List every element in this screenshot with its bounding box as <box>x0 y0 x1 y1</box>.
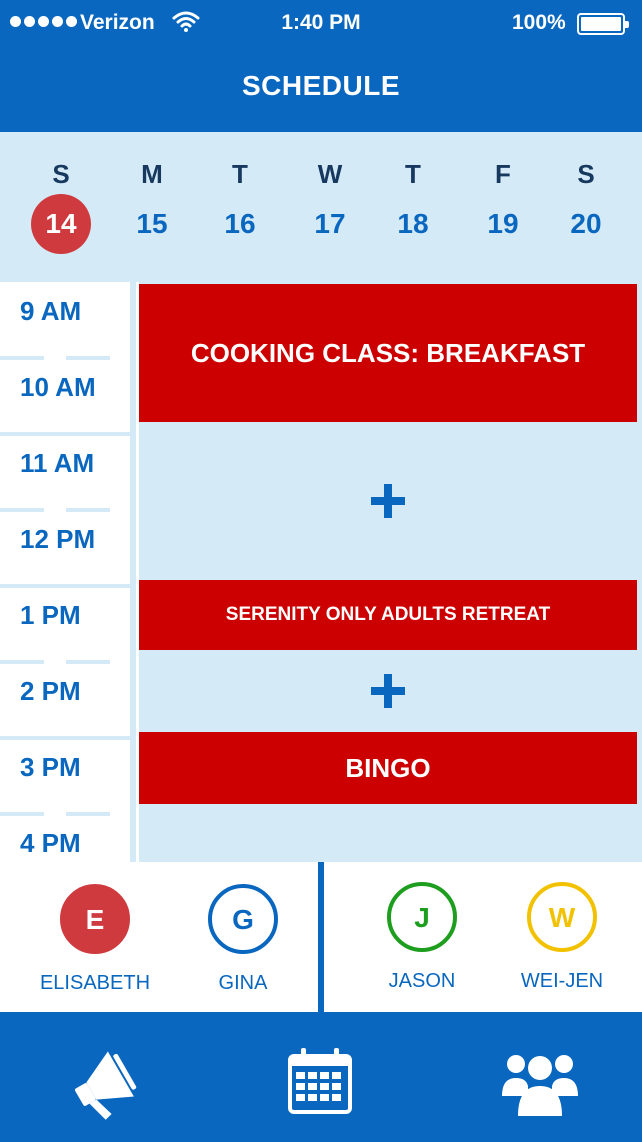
avatar: W <box>527 882 597 952</box>
plus-icon <box>371 484 405 518</box>
add-event-button[interactable] <box>139 650 637 732</box>
person-jason[interactable]: J JASON <box>347 882 497 993</box>
time-label: 10 AM <box>20 372 96 402</box>
tab-announcements[interactable] <box>62 1037 152 1127</box>
day-number: 17 <box>314 208 346 239</box>
time-label: 1 PM <box>20 600 81 630</box>
time-slot-3pm: 3 PM <box>0 738 130 816</box>
time-label: 2 PM <box>20 676 81 706</box>
group-divider <box>318 862 324 1012</box>
person-elisabeth[interactable]: E ELISABETH <box>20 884 170 995</box>
event-cooking-class[interactable]: COOKING CLASS: BREAKFAST <box>139 284 637 422</box>
day-of-week-label: S <box>52 159 70 189</box>
calendar-icon <box>288 1048 352 1114</box>
day-number: 16 <box>224 208 256 239</box>
schedule-grid: COOKING CLASS: BREAKFAST SERENITY ONLY A… <box>139 282 642 862</box>
time-label: 3 PM <box>20 752 81 782</box>
day-sunday-14[interactable]: S 14 <box>26 156 96 254</box>
page-title: SCHEDULE <box>241 70 400 101</box>
avatar: J <box>387 882 457 952</box>
time-slot-9am: 9 AM <box>0 282 130 360</box>
time-label: 9 AM <box>20 296 82 326</box>
time-label: 4 PM <box>20 828 81 858</box>
person-wei-jen[interactable]: W WEI-JEN <box>487 882 637 993</box>
tab-calendar[interactable] <box>275 1037 365 1127</box>
person-name: WEI-JEN <box>520 970 604 992</box>
person-name: GINA <box>218 972 268 994</box>
megaphone-icon <box>75 1051 137 1120</box>
day-saturday-20[interactable]: S 20 <box>551 156 621 254</box>
time-slot-11am: 11 AM <box>0 434 130 512</box>
day-of-week-label: F <box>495 159 511 189</box>
people-bar: E ELISABETH G GINA J JASON W WEI-JEN <box>0 862 642 1012</box>
day-number: 14 <box>31 194 91 254</box>
plus-icon <box>371 674 405 708</box>
app: Verizon 1:40 PM 100% SCHEDULE S 14 M 15 <box>0 0 642 1142</box>
day-tuesday-16[interactable]: T 16 <box>205 156 275 254</box>
day-number: 18 <box>397 208 429 239</box>
day-number: 19 <box>487 208 519 239</box>
person-name: JASON <box>388 970 456 992</box>
time-label: 12 PM <box>20 524 96 554</box>
time-slot-1pm: 1 PM <box>0 586 130 664</box>
day-friday-19[interactable]: F 19 <box>468 156 538 254</box>
battery-icon <box>577 13 629 35</box>
avatar: E <box>60 884 130 954</box>
day-number: 15 <box>136 208 168 239</box>
day-of-week-label: T <box>405 159 421 189</box>
day-of-week-label: W <box>317 159 343 189</box>
week-strip: S 14 M 15 T 16 W 17 T 18 F 19 S 20 <box>0 132 642 282</box>
day-wednesday-17[interactable]: W 17 <box>295 156 365 254</box>
day-of-week-label: M <box>141 159 163 189</box>
day-thursday-18[interactable]: T 18 <box>378 156 448 254</box>
battery-percent: 100% <box>512 11 566 34</box>
status-bar: Verizon 1:40 PM 100% <box>0 0 642 50</box>
day-of-week-label: T <box>232 159 248 189</box>
time-slot-12pm: 12 PM <box>0 510 130 588</box>
tab-groups[interactable] <box>495 1037 585 1127</box>
group-icon <box>502 1055 578 1116</box>
time-column: 9 AM 10 AM 11 AM 12 PM 1 PM 2 PM 3 PM 4 <box>0 282 136 862</box>
day-of-week-label: S <box>577 159 595 189</box>
top-bar: Verizon 1:40 PM 100% SCHEDULE <box>0 0 642 132</box>
time-label: 11 AM <box>20 448 95 478</box>
avatar: G <box>208 884 278 954</box>
time-slot-10am: 10 AM <box>0 358 130 436</box>
event-bingo[interactable]: BINGO <box>139 732 637 804</box>
person-gina[interactable]: G GINA <box>168 884 318 995</box>
add-event-button[interactable] <box>139 422 637 580</box>
time-slot-2pm: 2 PM <box>0 662 130 740</box>
tab-bar <box>0 1012 642 1142</box>
day-monday-15[interactable]: M 15 <box>117 156 187 254</box>
event-serenity-retreat[interactable]: SERENITY ONLY ADULTS RETREAT <box>139 580 637 650</box>
day-number: 20 <box>570 208 602 239</box>
person-name: ELISABETH <box>39 972 151 994</box>
